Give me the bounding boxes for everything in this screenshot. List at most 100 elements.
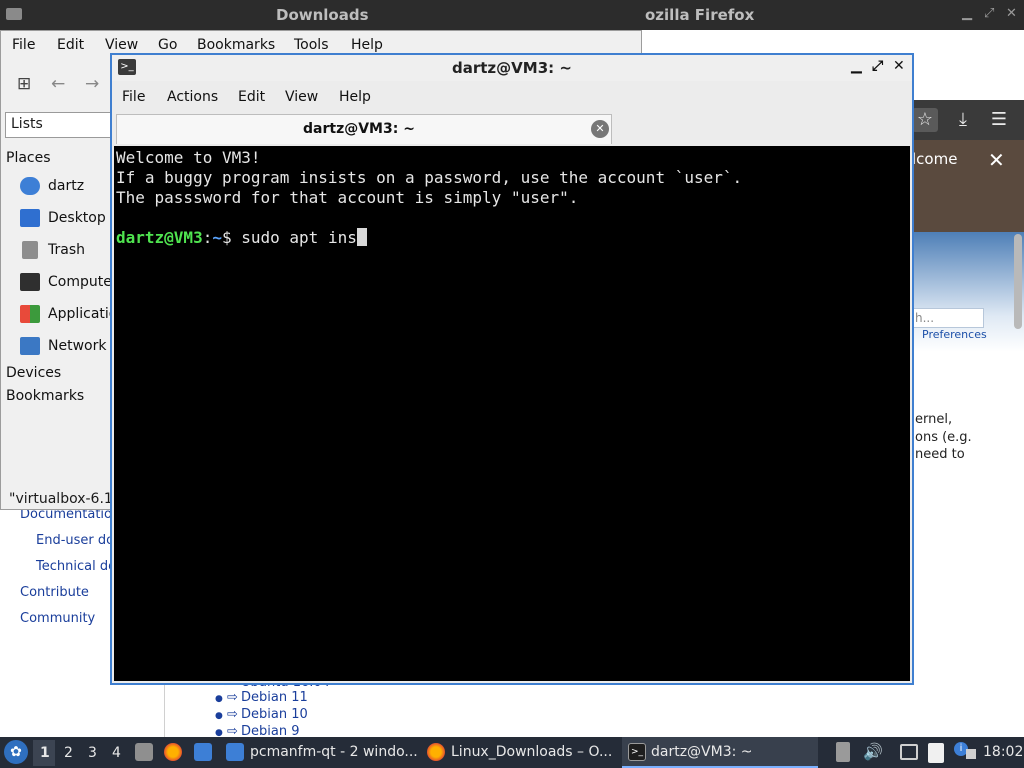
side-pane-mode-select[interactable]: Lists [5,112,113,138]
typed-command: sudo apt ins [241,228,357,247]
new-tab-icon[interactable]: ⊞ [17,74,31,94]
menu-help[interactable]: Help [339,89,371,105]
notes-tray-icon[interactable] [928,743,944,763]
menu-view[interactable]: View [285,89,318,105]
taskbar: ✿ 1 2 3 4 pcmanfm-qt - 2 windo... Linux_… [0,737,1024,768]
search-input[interactable]: h... [910,308,984,328]
menu-tools[interactable]: Tools [294,37,329,53]
prompt-symbol: $ [221,228,242,247]
places-item-home[interactable]: dartz [48,178,84,194]
network-icon [20,337,40,355]
task-terminal[interactable]: dartz@VM3: ~ [651,744,753,760]
body-text-line: ons (e.g. [915,430,972,445]
prompt-separator: : [202,228,213,247]
forward-arrow-icon[interactable]: → [85,74,99,94]
close-icon[interactable]: ✕ [988,148,1005,172]
text-cursor [356,228,367,246]
folder-icon [226,743,244,761]
home-icon [20,177,40,195]
places-item-computer[interactable]: Compute [48,274,112,290]
download-icon[interactable]: ⤓ [950,108,976,132]
network-tray-icon[interactable] [900,744,918,760]
places-item-trash[interactable]: Trash [48,242,85,258]
bullet: ● [215,711,223,721]
desktop-launcher-icon[interactable] [194,743,212,761]
menu-bookmarks[interactable]: Bookmarks [197,37,275,53]
menu-file[interactable]: File [12,37,35,53]
task-firefox[interactable]: Linux_Downloads – O... [451,744,612,760]
filemanager-title: Downloads [276,6,369,24]
menu-go[interactable]: Go [158,37,177,53]
external-link-icon: ⇨ [227,690,238,705]
preferences-link[interactable]: Preferences [922,328,987,341]
menu-edit[interactable]: Edit [238,89,265,105]
terminal-app-icon: >_ [118,59,136,75]
sidebar-link-contribute[interactable]: Contribute [20,585,89,600]
list-link-debian-11[interactable]: Debian 11 [241,690,308,705]
firefox-launcher-icon[interactable] [164,743,182,761]
volume-icon[interactable]: 🔊 [863,742,883,761]
terminal-title: dartz@VM3: ~ [452,59,572,77]
scrollbar-thumb[interactable] [1014,234,1022,329]
computer-icon [20,273,40,291]
places-item-network[interactable]: Network [48,338,106,354]
terminal-output[interactable]: Welcome to VM3! If a buggy program insis… [114,146,910,681]
prompt-path: ~ [212,228,222,247]
terminal-prompt-line: dartz@VM3:~$ sudo apt ins [116,228,367,248]
side-pane-mode-label: Lists [11,116,43,132]
terminal-line: The passsword for that account is simply… [116,188,579,207]
prompt-user: dartz@VM3 [116,228,203,247]
sidebar-link-community[interactable]: Community [20,611,95,626]
terminal-icon: >_ [628,743,646,761]
close-icon[interactable]: ✕ [1006,6,1017,21]
menu-icon[interactable]: ☰ [986,108,1012,132]
start-menu-icon[interactable]: ✿ [4,740,28,764]
bullet: ● [215,694,223,704]
list-link-debian-10[interactable]: Debian 10 [241,707,308,722]
body-text-line: ernel, [915,412,953,427]
menu-view[interactable]: View [105,37,138,53]
maximize-icon[interactable]: ⤢ [872,58,883,74]
bookmark-star-icon[interactable]: ☆ [912,108,938,132]
close-icon[interactable]: ✕ [893,58,905,74]
menu-help[interactable]: Help [351,37,383,53]
terminal-tab[interactable]: dartz@VM3: ~ ✕ [116,114,612,144]
folder-icon [6,8,22,20]
bookmarks-header[interactable]: Bookmarks [6,388,84,404]
external-link-icon: ⇨ [227,707,238,722]
menu-file[interactable]: File [122,89,145,105]
status-bar-text: "virtualbox-6.1 [9,491,113,507]
minimize-icon[interactable]: ▁ [851,58,862,74]
workspace-3[interactable]: 3 [88,745,97,761]
firefox-icon [427,743,445,761]
terminal-tab-label: dartz@VM3: ~ [303,121,415,137]
display-tray-icon[interactable] [966,749,976,759]
task-pcmanfm[interactable]: pcmanfm-qt - 2 windo... [250,744,418,760]
places-item-applications[interactable]: Applicatio [48,306,117,322]
workspace-1[interactable]: 1 [40,745,50,761]
places-header[interactable]: Places [6,150,51,166]
terminal-line: If a buggy program insists on a password… [116,168,743,187]
body-text-line: need to [915,447,965,462]
notification-text: lcome [912,150,958,168]
terminal-line: Welcome to VM3! [116,148,261,167]
terminal-titlebar[interactable]: >_ dartz@VM3: ~ ▁ ⤢ ✕ [112,55,912,81]
workspace-2[interactable]: 2 [64,745,73,761]
places-item-desktop[interactable]: Desktop [48,210,106,226]
trash-icon [22,241,38,259]
menu-edit[interactable]: Edit [57,37,84,53]
clipboard-icon[interactable] [836,742,850,762]
maximize-icon[interactable]: ⤢ [984,6,994,21]
clock[interactable]: 18:02 [983,744,1023,760]
workspace-4[interactable]: 4 [112,745,121,761]
minimize-icon[interactable]: ▁ [962,6,972,21]
sidebar-link-end-user[interactable]: End-user do [36,533,114,548]
back-arrow-icon[interactable]: ← [51,74,65,94]
devices-header[interactable]: Devices [6,365,61,381]
sidebar-link-technical[interactable]: Technical do [36,559,116,574]
menu-actions[interactable]: Actions [167,89,218,105]
file-manager-launcher-icon[interactable] [135,743,153,761]
terminal-window: >_ dartz@VM3: ~ ▁ ⤢ ✕ File Actions Edit … [110,53,914,685]
applications-icon [20,305,40,323]
close-tab-icon[interactable]: ✕ [591,120,609,138]
